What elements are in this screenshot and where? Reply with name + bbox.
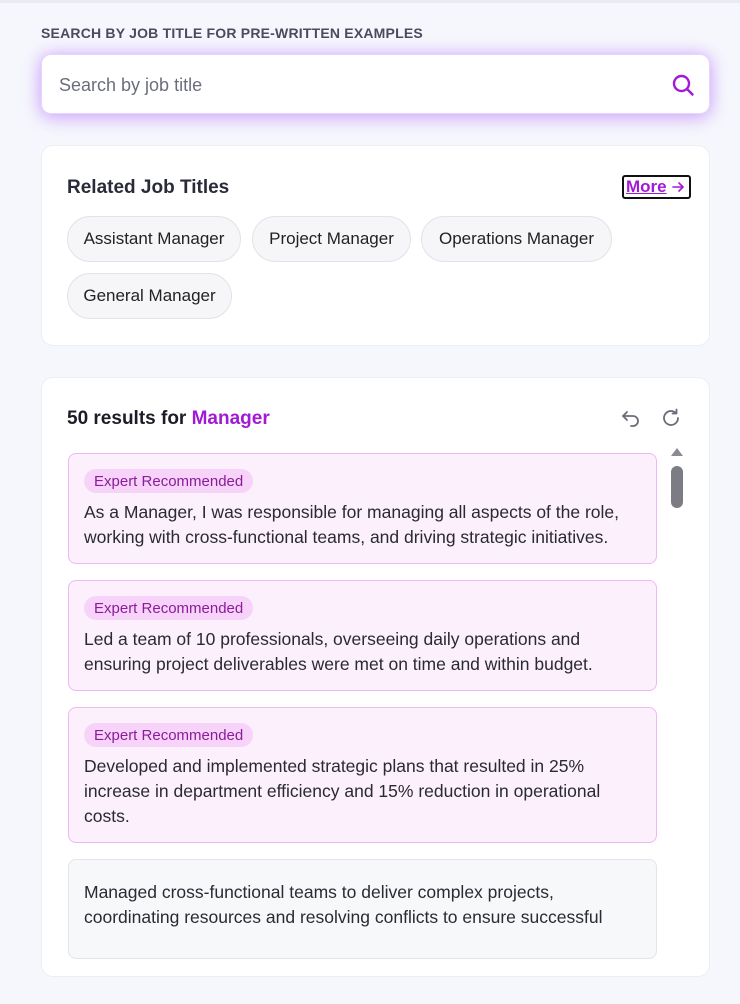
search-box[interactable] (41, 54, 710, 115)
related-job-titles-title: Related Job Titles (67, 177, 230, 198)
example-text: Developed and implemented strategic plan… (84, 756, 601, 826)
more-label: More (626, 177, 667, 196)
search-input[interactable] (57, 55, 661, 115)
related-job-titles-card: Related Job Titles More Assistant Manage… (41, 145, 710, 346)
example-item[interactable]: Managed cross-functional teams to delive… (68, 859, 657, 959)
example-text: Led a team of 10 professionals, overseei… (84, 629, 593, 674)
more-link[interactable]: More (622, 175, 691, 199)
refresh-icon[interactable] (660, 407, 682, 429)
results-term: Manager (191, 408, 270, 429)
search-icon[interactable] (671, 73, 695, 97)
top-divider (0, 0, 740, 3)
results-scrollbar[interactable] (669, 444, 685, 1004)
results-heading: 50 results for Manager (67, 408, 270, 430)
example-text: Managed cross-functional teams to delive… (84, 882, 603, 927)
arrow-right-icon (671, 182, 684, 192)
expert-recommended-badge: Expert Recommended (84, 469, 254, 493)
example-text: As a Manager, I was responsible for mana… (84, 502, 620, 547)
chip-assistant-manager[interactable]: Assistant Manager (67, 216, 241, 262)
chip-operations-manager[interactable]: Operations Manager (421, 216, 612, 262)
example-item[interactable]: Expert Recommended As a Manager, I was r… (68, 453, 657, 564)
results-card: 50 results for Manager Expert Recommende… (41, 377, 710, 977)
chip-project-manager[interactable]: Project Manager (252, 216, 411, 262)
search-heading: SEARCH BY JOB TITLE FOR PRE-WRITTEN EXAM… (41, 25, 423, 41)
scrollbar-thumb[interactable] (671, 466, 683, 508)
results-count: 50 results for (67, 408, 187, 429)
example-item[interactable]: Expert Recommended Developed and impleme… (68, 707, 657, 843)
scroll-up-arrow-icon[interactable] (671, 448, 683, 456)
expert-recommended-badge: Expert Recommended (84, 723, 254, 747)
chip-general-manager[interactable]: General Manager (67, 273, 232, 319)
example-item[interactable]: Expert Recommended Led a team of 10 prof… (68, 580, 657, 691)
undo-icon[interactable] (620, 407, 642, 429)
expert-recommended-badge: Expert Recommended (84, 596, 254, 620)
